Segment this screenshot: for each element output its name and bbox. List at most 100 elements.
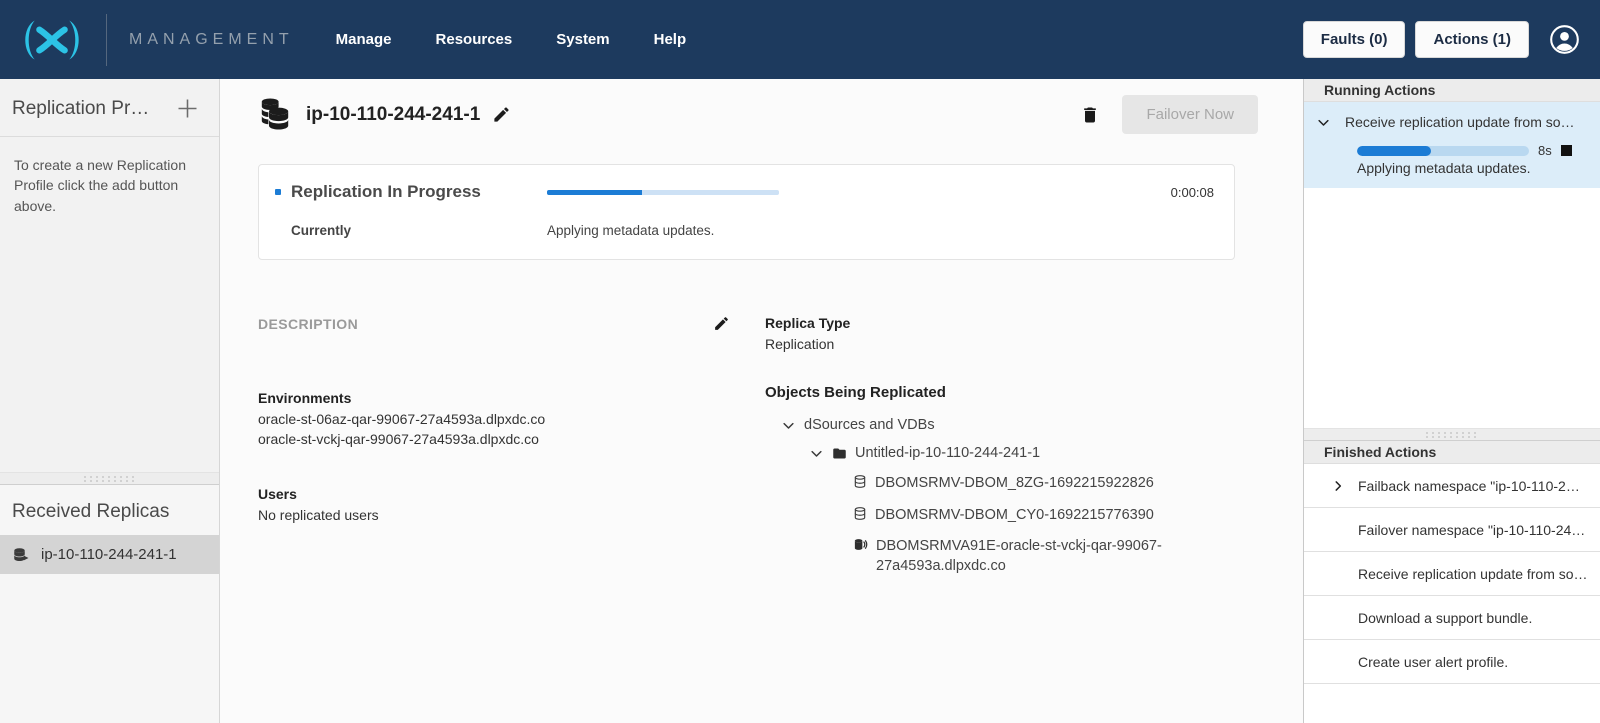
objects-tree: dSources and VDBs Untitled-ip-10-110-244… [765, 417, 1303, 576]
database-icon [853, 474, 867, 489]
environment-item: oracle-st-vckj-qar-99067-27a4593a.dlpxdc… [258, 429, 730, 449]
finished-action-item[interactable]: Failback namespace "ip-10-110-2… [1304, 464, 1600, 508]
running-action-status: Applying metadata updates. [1357, 160, 1586, 176]
replica-type-heading: Replica Type [765, 315, 1303, 331]
drag-dots-icon [1424, 431, 1480, 438]
received-replicas-title: Received Replicas [0, 485, 219, 535]
folder-icon [832, 446, 847, 461]
actions-panel: Running Actions Receive replication upda… [1303, 79, 1600, 723]
objects-heading: Objects Being Replicated [765, 384, 1303, 401]
chevron-down-icon[interactable] [781, 418, 796, 433]
running-elapsed-time: 8s [1538, 143, 1552, 158]
brand-divider [106, 14, 107, 66]
main-panel: ip-10-110-244-241-1 Failover Now R [220, 79, 1303, 723]
replication-profiles-title: Replication Pr… [12, 98, 149, 120]
finished-action-item[interactable]: Receive replication update from so… [1304, 552, 1600, 596]
status-text: Replication In Progress [291, 182, 481, 202]
main-header: ip-10-110-244-241-1 Failover Now [220, 79, 1303, 134]
empty-profiles-hint: To create a new Replication Profile clic… [0, 137, 219, 234]
replication-progress-bar [547, 190, 779, 195]
header-actions: Failover Now [1080, 95, 1258, 134]
elapsed-time: 0:00:08 [1171, 185, 1214, 200]
user-avatar-icon[interactable] [1549, 24, 1580, 55]
panel-spacer [1304, 188, 1600, 428]
details-right-column: Replica Type Replication Objects Being R… [765, 315, 1303, 587]
stop-action-icon[interactable] [1561, 145, 1572, 156]
edit-title-pencil-icon[interactable] [492, 105, 511, 124]
panel-bottom-spacer [1304, 684, 1600, 723]
chevron-right-icon[interactable] [1331, 479, 1345, 493]
currently-label: Currently [275, 223, 547, 238]
currently-value: Applying metadata updates. [547, 223, 1214, 238]
finished-action-label: Create user alert profile. [1358, 654, 1508, 670]
progress-bar-fill [547, 190, 642, 195]
menu-item-help[interactable]: Help [654, 31, 687, 48]
brand-name: MANAGEMENT [129, 31, 294, 49]
faults-button[interactable]: Faults (0) [1303, 21, 1406, 58]
left-sidebar: Replication Pr… To create a new Replicat… [0, 79, 220, 723]
description-heading: DESCRIPTION [258, 316, 358, 332]
environments-heading: Environments [258, 390, 730, 406]
main-menu: Manage Resources System Help [336, 31, 686, 48]
navbar-right: Faults (0) Actions (1) [1303, 21, 1580, 58]
progress-bar-fill [1357, 146, 1431, 156]
failover-now-button: Failover Now [1122, 95, 1258, 134]
chevron-down-icon[interactable] [1316, 115, 1331, 130]
finished-action-label: Failover namespace "ip-10-110-24… [1358, 522, 1585, 538]
replica-item-label: ip-10-110-244-241-1 [41, 546, 177, 563]
running-actions-header: Running Actions [1304, 79, 1600, 102]
chevron-down-icon[interactable] [809, 446, 824, 461]
replication-progress-card: Replication In Progress 0:00:08 Currentl… [258, 164, 1235, 260]
menu-item-manage[interactable]: Manage [336, 31, 392, 48]
content-area: Replication Pr… To create a new Replicat… [0, 79, 1600, 723]
environments-block: Environments oracle-st-06az-qar-99067-27… [258, 390, 730, 450]
database-icon [853, 506, 867, 521]
details-section: DESCRIPTION Environments oracle-st-06az-… [258, 315, 1303, 587]
tree-leaf-vdb[interactable]: DBOMSRMV-DBOM_8ZG-1692215922826 [765, 473, 1303, 493]
tree-leaf-label: DBOMSRMV-DBOM_8ZG-1692215922826 [875, 473, 1154, 493]
replica-database-icon [12, 546, 30, 564]
finished-actions-header: Finished Actions [1304, 441, 1600, 464]
progress-status: Replication In Progress [275, 182, 547, 202]
top-navbar: MANAGEMENT Manage Resources System Help … [0, 0, 1600, 79]
sidebar-item-received-replica[interactable]: ip-10-110-244-241-1 [0, 535, 219, 574]
menu-item-resources[interactable]: Resources [436, 31, 513, 48]
finished-action-item[interactable]: Create user alert profile. [1304, 640, 1600, 684]
replication-profiles-header: Replication Pr… [0, 79, 219, 137]
actions-button[interactable]: Actions (1) [1415, 21, 1529, 58]
tree-leaf-dsource[interactable]: DBOMSRMVA91E-oracle-st-vckj-qar-99067-27… [765, 536, 1303, 577]
replica-type-value: Replication [765, 334, 1303, 354]
drag-dots-icon [82, 475, 138, 482]
edit-description-pencil-icon[interactable] [713, 315, 730, 332]
details-left-column: DESCRIPTION Environments oracle-st-06az-… [258, 315, 730, 587]
tree-leaf-vdb[interactable]: DBOMSRMV-DBOM_CY0-1692215776390 [765, 505, 1303, 525]
running-action-label: Receive replication update from so… [1345, 114, 1575, 130]
finished-action-item[interactable]: Download a support bundle. [1304, 596, 1600, 640]
tree-leaf-label: DBOMSRMV-DBOM_CY0-1692215776390 [875, 505, 1154, 525]
panel-resize-handle[interactable] [1304, 428, 1600, 441]
database-stack-icon [258, 97, 292, 133]
delete-trash-icon[interactable] [1080, 104, 1100, 126]
tree-folder-untitled[interactable]: Untitled-ip-10-110-244-241-1 [765, 445, 1303, 461]
finished-action-label: Download a support bundle. [1358, 610, 1532, 626]
users-heading: Users [258, 486, 730, 502]
status-bullet-icon [275, 189, 281, 195]
running-action-progress-bar [1357, 146, 1529, 156]
users-value: No replicated users [258, 505, 730, 525]
sidebar-resize-handle[interactable] [0, 472, 219, 485]
menu-item-system[interactable]: System [556, 31, 609, 48]
sidebar-spacer [0, 234, 219, 472]
environment-item: oracle-st-06az-qar-99067-27a4593a.dlpxdc… [258, 409, 730, 429]
tree-leaf-label: DBOMSRMVA91E-oracle-st-vckj-qar-99067-27… [876, 536, 1171, 577]
received-replicas-section: Received Replicas ip-10-110-244-241-1 [0, 485, 219, 723]
users-block: Users No replicated users [258, 486, 730, 525]
tree-group-label: dSources and VDBs [804, 417, 935, 433]
tree-group-dsources-vdbs[interactable]: dSources and VDBs [765, 417, 1303, 433]
page-title: ip-10-110-244-241-1 [306, 104, 480, 126]
finished-action-item[interactable]: Failover namespace "ip-10-110-24… [1304, 508, 1600, 552]
add-profile-button[interactable] [172, 93, 203, 124]
finished-action-label: Receive replication update from so… [1358, 566, 1588, 582]
tree-folder-label: Untitled-ip-10-110-244-241-1 [855, 445, 1040, 461]
running-action-item[interactable]: Receive replication update from so… 8s A… [1304, 102, 1600, 188]
dsource-icon [853, 537, 868, 552]
